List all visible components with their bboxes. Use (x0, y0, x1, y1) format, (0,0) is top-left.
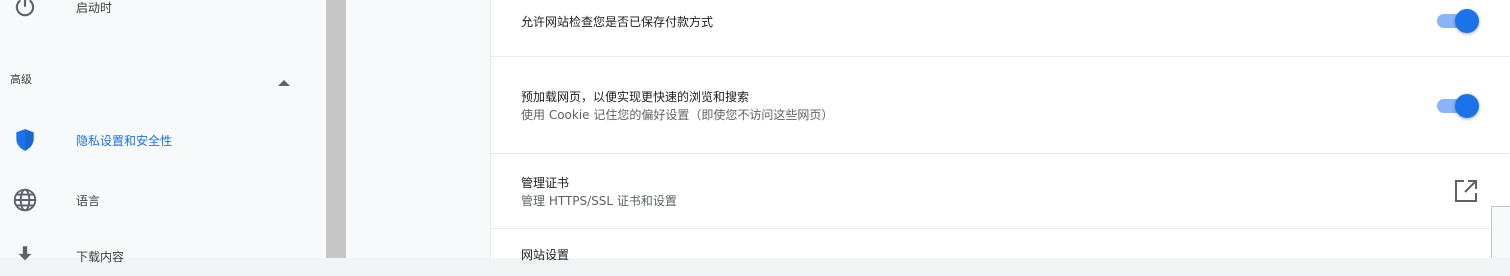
sidebar-item-label: 语言 (76, 193, 101, 208)
sidebar-item-label: 启动时 (76, 0, 113, 15)
sidebar: 启动时 高级 隐私设置和安全性 语言 下载内容 (0, 0, 326, 264)
row-manage-certificates[interactable]: 管理证书 管理 HTTPS/SSL 证书和设置 (491, 154, 1510, 229)
row-preload-pages[interactable]: 预加载网页，以便实现更快速的浏览和搜索 使用 Cookie 记住您的偏好设置（即… (491, 57, 1510, 154)
sidebar-scrollbar[interactable] (326, 0, 346, 258)
row-payment-methods-check[interactable]: 允许网站检查您是否已保存付款方式 (491, 0, 1510, 57)
sidebar-item-privacy-security[interactable]: 隐私设置和安全性 (0, 120, 326, 160)
preload-pages-toggle[interactable] (1435, 93, 1481, 118)
row-subtitle: 使用 Cookie 记住您的偏好设置（即使您不访问这些网页） (521, 108, 834, 122)
sidebar-item-downloads[interactable]: 下载内容 (0, 236, 326, 276)
row-site-settings[interactable]: 网站设置 (491, 229, 1510, 269)
content-gutter (346, 0, 490, 258)
sidebar-item-label: 下载内容 (76, 249, 125, 264)
advanced-section-toggle[interactable]: 高级 (0, 58, 326, 98)
shield-icon (12, 127, 38, 153)
row-subtitle: 管理 HTTPS/SSL 证书和设置 (521, 194, 677, 208)
row-title: 预加载网页，以便实现更快速的浏览和搜索 (521, 90, 750, 104)
row-title: 网站设置 (521, 248, 570, 262)
globe-icon (12, 187, 38, 213)
payment-methods-toggle[interactable] (1435, 8, 1481, 33)
open-in-new-icon[interactable] (1453, 178, 1479, 204)
row-title: 管理证书 (521, 176, 570, 190)
row-title: 允许网站检查您是否已保存付款方式 (521, 15, 714, 29)
sidebar-item-languages[interactable]: 语言 (0, 180, 326, 220)
sidebar-item-on-startup[interactable]: 启动时 (0, 0, 326, 27)
toggle-knob (1455, 94, 1479, 118)
sidebar-item-label: 隐私设置和安全性 (76, 133, 173, 148)
toggle-knob (1455, 9, 1479, 33)
settings-card: 允许网站检查您是否已保存付款方式 预加载网页，以便实现更快速的浏览和搜索 使用 … (490, 0, 1510, 262)
power-icon (12, 0, 38, 20)
window-corner-panel (1491, 206, 1510, 258)
download-icon (12, 243, 38, 269)
chevron-up-icon (277, 73, 291, 92)
advanced-label: 高级 (10, 73, 32, 86)
